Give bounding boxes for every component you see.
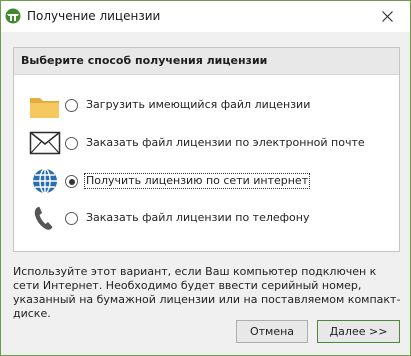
radio-internet[interactable] xyxy=(65,175,78,188)
radio-load-file[interactable] xyxy=(65,99,78,112)
option-label-internet[interactable]: Получить лицензию по сети интернет xyxy=(83,173,311,189)
license-dialog: Получение лицензии Выберите способ получ… xyxy=(0,0,411,356)
window-title: Получение лицензии xyxy=(27,9,161,23)
folder-icon xyxy=(29,91,61,121)
radio-order-phone[interactable] xyxy=(65,212,78,225)
group-title: Выберите способ получения лицензии xyxy=(21,54,268,67)
cancel-button[interactable]: Отмена xyxy=(236,320,308,343)
group-header: Выберите способ получения лицензии xyxy=(14,48,399,75)
close-button[interactable] xyxy=(364,1,410,32)
option-label-order-email[interactable]: Заказать файл лицензии по электронной по… xyxy=(85,136,366,150)
option-label-order-phone[interactable]: Заказать файл лицензии по телефону xyxy=(85,211,310,225)
phone-icon xyxy=(29,203,61,233)
license-app-icon xyxy=(5,8,21,24)
info-text: Используйте этот вариант, если Ваш компь… xyxy=(13,265,401,320)
title-bar: Получение лицензии xyxy=(1,1,410,32)
option-label-load-file[interactable]: Загрузить имеющийся файл лицензии xyxy=(85,98,311,112)
envelope-icon xyxy=(29,128,61,158)
globe-icon xyxy=(29,166,61,196)
next-button[interactable]: Далее >> xyxy=(317,320,400,343)
close-icon xyxy=(382,11,393,22)
license-method-group: Выберите способ получения лицензии Загру… xyxy=(13,47,400,252)
radio-order-email[interactable] xyxy=(65,137,78,150)
